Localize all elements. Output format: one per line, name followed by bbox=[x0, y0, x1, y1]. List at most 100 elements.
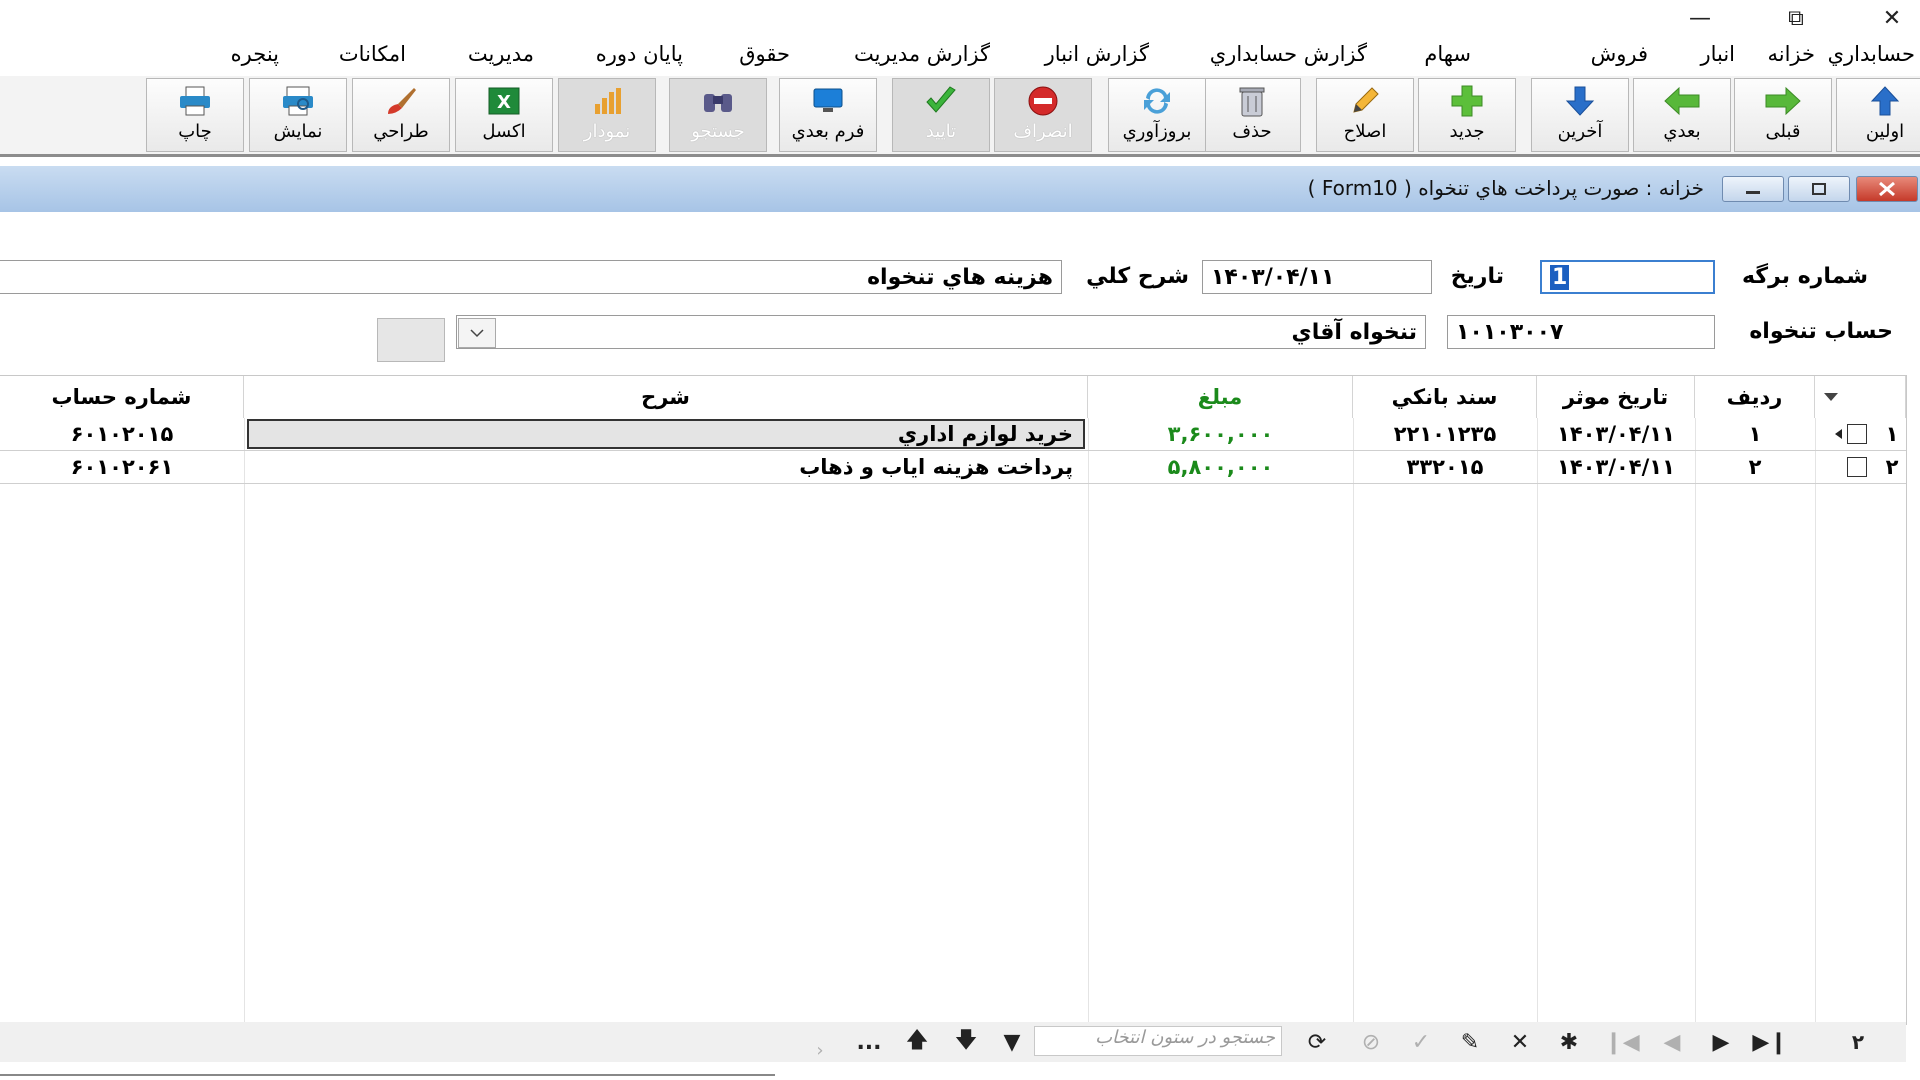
column-search-input[interactable]: جستجو در ستون انتخاب bbox=[1034, 1026, 1282, 1056]
search-button[interactable]: جستجو bbox=[669, 78, 767, 152]
pencil-icon: ✎ bbox=[1460, 1029, 1480, 1055]
cell-description[interactable]: خريد لوازم اداري bbox=[247, 419, 1085, 449]
menu-tools[interactable]: امكانات bbox=[339, 42, 406, 66]
row-selector-header[interactable] bbox=[1815, 376, 1906, 418]
column-header-row[interactable]: رديف bbox=[1695, 376, 1815, 418]
form-minimize-button[interactable] bbox=[1722, 176, 1784, 202]
cell-description[interactable]: پرداخت هزينه اياب و ذهاب bbox=[247, 451, 1085, 483]
scroll-right-icon[interactable]: › bbox=[806, 1036, 834, 1064]
arrow-down-icon: 🡇 bbox=[954, 1028, 978, 1053]
row-index: ۱ bbox=[1885, 422, 1899, 446]
print-button[interactable]: چاپ bbox=[146, 78, 244, 152]
table-row[interactable]: ۲ ۲ ۱۴۰۳/۰۴/۱۱ ۳۳۲۰۱۵ ۵,۸۰۰,۰۰۰ پرداخت ه… bbox=[0, 451, 1906, 484]
edit-record-button[interactable]: ✎ bbox=[1456, 1028, 1484, 1056]
chart-button[interactable]: نمودار bbox=[558, 78, 656, 152]
monitor-icon bbox=[808, 82, 848, 120]
menu-period-end[interactable]: پايان دوره bbox=[596, 42, 683, 66]
no-entry-icon bbox=[1023, 82, 1063, 120]
row-checkbox[interactable] bbox=[1847, 424, 1867, 444]
refresh-icon: ⟳ bbox=[1307, 1029, 1327, 1055]
cell-row: ۱ bbox=[1748, 422, 1762, 446]
cell-effective-date[interactable]: ۱۴۰۳/۰۴/۱۱ bbox=[1537, 418, 1695, 450]
table-row[interactable]: ۱ ۱ ۱۴۰۳/۰۴/۱۱ ۲۲۱۰۱۲۳۵ ۳,۶۰۰,۰۰۰ خريد ل… bbox=[0, 418, 1906, 451]
record-count: ۲ bbox=[1851, 1030, 1865, 1054]
cell-bank-doc[interactable]: ۳۳۲۰۱۵ bbox=[1353, 451, 1537, 483]
post-record-button[interactable]: ✓ bbox=[1407, 1028, 1435, 1056]
binoculars-icon bbox=[698, 82, 738, 120]
menu-warehouse[interactable]: انبار bbox=[1700, 42, 1735, 66]
menu-accounting-report[interactable]: گزارش حسابداري bbox=[1210, 42, 1367, 66]
cancel-record-button[interactable]: ⊘ bbox=[1357, 1028, 1385, 1056]
column-header-bank-doc[interactable]: سند بانكي bbox=[1353, 376, 1537, 418]
menu-accounting[interactable]: حسابداري bbox=[1828, 42, 1915, 66]
delete-button[interactable]: حذف bbox=[1203, 78, 1301, 152]
close-button[interactable]: ✕ bbox=[1864, 0, 1920, 36]
status-divider bbox=[0, 1074, 775, 1076]
new-button[interactable]: جديد bbox=[1418, 78, 1516, 152]
insert-record-button[interactable]: ✱ bbox=[1555, 1028, 1583, 1056]
plus-icon bbox=[1447, 82, 1487, 120]
menu-management-report[interactable]: گزارش مديريت bbox=[854, 42, 990, 66]
preview-button[interactable]: نمايش bbox=[249, 78, 347, 152]
first-record-button[interactable]: ❙◀ bbox=[1604, 1028, 1639, 1056]
design-button[interactable]: طراحي bbox=[352, 78, 450, 152]
lookup-button[interactable] bbox=[377, 318, 445, 362]
cancel-icon: ⊘ bbox=[1361, 1029, 1381, 1055]
cell-amount[interactable]: ۳,۶۰۰,۰۰۰ bbox=[1088, 418, 1353, 450]
prev-button[interactable]: قبلی bbox=[1734, 78, 1832, 152]
refresh-grid-button[interactable]: ⟳ bbox=[1303, 1028, 1331, 1056]
cell-account-number[interactable]: ۶۰۱۰۲۰۱۵ bbox=[0, 418, 244, 450]
edit-button[interactable]: اصلاح bbox=[1316, 78, 1414, 152]
trash-icon bbox=[1232, 82, 1272, 120]
next-record-button[interactable]: ▶ bbox=[1707, 1028, 1735, 1056]
description-input[interactable]: هزينه هاي تنخواه bbox=[0, 260, 1062, 294]
minimize-icon bbox=[1746, 191, 1760, 194]
minimize-button[interactable]: — bbox=[1672, 0, 1728, 36]
restore-button[interactable]: ⧉ bbox=[1768, 0, 1824, 36]
arrow-up-icon bbox=[1865, 82, 1905, 120]
column-header-amount[interactable]: مبلغ bbox=[1088, 376, 1353, 418]
column-header-description[interactable]: شرح bbox=[244, 376, 1088, 418]
sheet-number-input[interactable]: 1 bbox=[1540, 260, 1715, 294]
first-button[interactable]: اولين bbox=[1836, 78, 1920, 152]
cell-account-number[interactable]: ۶۰۱۰۲۰۶۱ bbox=[0, 451, 244, 483]
bar-chart-icon bbox=[587, 82, 627, 120]
column-header-effective-date[interactable]: تاريخ موثر bbox=[1537, 376, 1695, 418]
menu-treasury[interactable]: خزانه bbox=[1767, 42, 1815, 66]
cell-amount[interactable]: ۵,۸۰۰,۰۰۰ bbox=[1088, 451, 1353, 483]
cell-effective-date[interactable]: ۱۴۰۳/۰۴/۱۱ bbox=[1537, 451, 1695, 483]
form-maximize-button[interactable] bbox=[1788, 176, 1850, 202]
menu-payroll[interactable]: حقوق bbox=[739, 42, 790, 66]
cancel-button[interactable]: انصراف bbox=[994, 78, 1092, 152]
row-index: ۲ bbox=[1885, 455, 1899, 479]
petty-account-name-combo[interactable]: تنخواه آقاي bbox=[456, 315, 1426, 349]
confirm-button[interactable]: تاييد bbox=[892, 78, 990, 152]
move-up-button[interactable]: 🡅 bbox=[903, 1028, 931, 1056]
menu-window[interactable]: پنجره bbox=[231, 42, 279, 66]
filter-button[interactable]: ▼ bbox=[998, 1028, 1026, 1056]
last-button[interactable]: آخرين bbox=[1531, 78, 1629, 152]
dropdown-button[interactable] bbox=[458, 318, 496, 348]
row-checkbox[interactable] bbox=[1847, 457, 1867, 477]
form-close-button[interactable] bbox=[1856, 176, 1918, 202]
menu-sales[interactable]: فروش bbox=[1591, 42, 1648, 66]
prev-record-button[interactable]: ◀ bbox=[1658, 1028, 1686, 1056]
menu-shares[interactable]: سهام bbox=[1424, 42, 1471, 66]
next-button[interactable]: بعدي bbox=[1633, 78, 1731, 152]
excel-button[interactable]: X اكسل bbox=[455, 78, 553, 152]
petty-account-code-input[interactable]: ۱۰۱۰۳۰۰۷ bbox=[1447, 315, 1715, 349]
sheet-number-label: شماره برگه bbox=[1741, 264, 1868, 289]
delete-record-button[interactable]: ✕ bbox=[1506, 1028, 1534, 1056]
cell-row: ۲ bbox=[1748, 455, 1762, 479]
next-form-button[interactable]: فرم بعدي bbox=[779, 78, 877, 152]
date-input[interactable]: ۱۴۰۳/۰۴/۱۱ bbox=[1202, 260, 1432, 294]
column-header-account-number[interactable]: شماره حساب bbox=[0, 376, 244, 418]
menu-warehouse-report[interactable]: گزارش انبار bbox=[1045, 42, 1149, 66]
move-down-button[interactable]: 🡇 bbox=[952, 1028, 980, 1056]
cell-bank-doc[interactable]: ۲۲۱۰۱۲۳۵ bbox=[1353, 418, 1537, 450]
more-button[interactable]: ... bbox=[855, 1028, 883, 1056]
refresh-button[interactable]: بروزآوري bbox=[1108, 78, 1206, 152]
last-record-button[interactable]: ▶❙ bbox=[1752, 1028, 1787, 1056]
date-label: تاريخ bbox=[1450, 264, 1504, 289]
menu-management[interactable]: مديريت bbox=[468, 42, 534, 66]
